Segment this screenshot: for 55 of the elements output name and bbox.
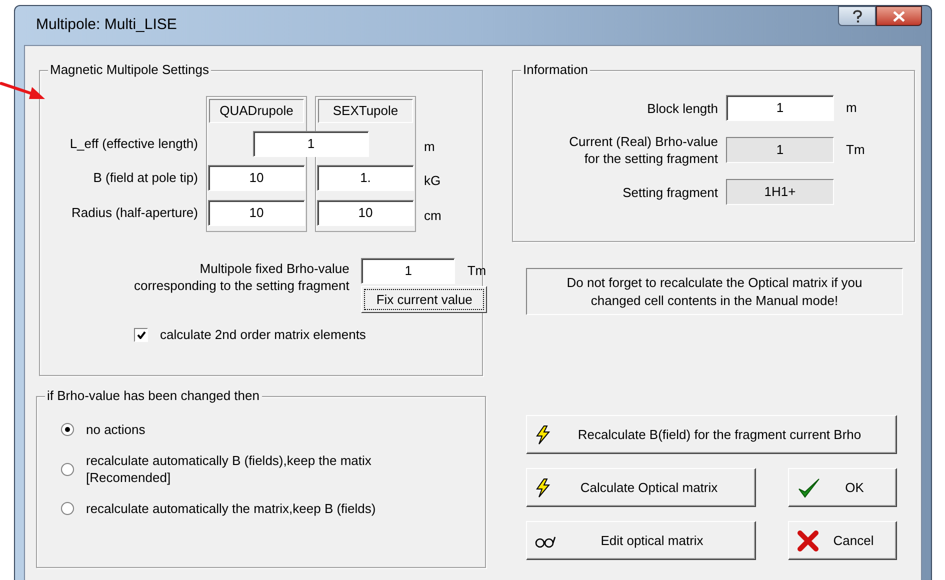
window-title: Multipole: Multi_LISE	[36, 15, 178, 36]
note-text: Do not forget to recalculate the Optical matrix if you changed cell contents in the Manual mode!	[566, 274, 864, 310]
unit-label: Tm	[467, 262, 486, 280]
checkbox[interactable]	[134, 328, 148, 342]
dialog-button[interactable]: Cancel	[788, 521, 897, 560]
help-icon	[852, 10, 862, 22]
radio-button[interactable]	[61, 502, 74, 515]
unit-label: cm	[424, 207, 442, 226]
field-label: Block length	[647, 100, 718, 116]
lightning-icon	[535, 478, 551, 498]
unit-label: Tm	[846, 141, 865, 160]
radio-label: recalculate automatically B (fields),keep the matix	[86, 452, 372, 469]
field-label: Current (Real) Brho-value	[569, 133, 718, 150]
field-label: for the setting fragment	[584, 150, 718, 167]
input-field[interactable]: 10	[208, 165, 305, 191]
column-header: SEXTupole	[318, 99, 413, 123]
group-title: Magnetic Multipole Settings	[48, 62, 211, 78]
help-button[interactable]	[838, 6, 876, 26]
checkbox-label: calculate 2nd order matrix elements	[160, 326, 366, 344]
annotation-arrow	[0, 82, 46, 102]
input-field[interactable]: 1H1+	[726, 179, 834, 205]
radio-label: no actions	[86, 421, 146, 438]
input-field[interactable]: 10	[317, 200, 414, 226]
checkmark-icon	[136, 330, 146, 339]
input-field[interactable]: 1	[726, 137, 834, 163]
fix-value-button[interactable]: Fix current value	[361, 286, 488, 313]
dialog-button[interactable]: Recalculate B(field) for the fragment current Brho	[526, 415, 897, 454]
unit-label: m	[424, 138, 436, 156]
dialog-button[interactable]: Calculate Optical matrix	[526, 468, 756, 507]
field-label: corresponding to the setting fragment	[134, 277, 350, 294]
input-field[interactable]: 1	[726, 95, 834, 121]
unit-label: m	[846, 99, 857, 118]
unit-label: kG	[424, 172, 442, 190]
dialog-button[interactable]: OK	[788, 468, 897, 507]
input-field[interactable]: 10	[208, 200, 305, 226]
radio-label: [Recomended]	[86, 469, 172, 486]
input-field[interactable]: 1	[253, 131, 369, 157]
field-label: Multipole fixed Brho-value	[200, 260, 350, 277]
radio-button[interactable]	[61, 423, 74, 436]
cross-icon	[797, 530, 819, 552]
field-label: L_eff (effective length)	[68, 135, 198, 154]
field-label: B (field at pole tip)	[92, 169, 198, 188]
checkmark-icon	[797, 476, 821, 498]
close-button[interactable]	[876, 6, 922, 26]
radio-button[interactable]	[61, 462, 74, 476]
field-label: Radius (half-aperture)	[70, 204, 198, 222]
column-header: QUADrupole	[209, 99, 304, 123]
group-title: if Brho-value has been changed then	[45, 388, 262, 404]
close-icon	[893, 10, 905, 22]
dialog-button[interactable]: Edit optical matrix	[526, 521, 756, 560]
input-field[interactable]: 1	[361, 258, 456, 284]
lightning-icon	[535, 424, 551, 444]
field-label: Setting fragment	[622, 184, 718, 200]
input-field[interactable]: 1.	[317, 165, 414, 191]
radio-label: recalculate automatically the matrix,keep B (fields)	[86, 500, 376, 517]
